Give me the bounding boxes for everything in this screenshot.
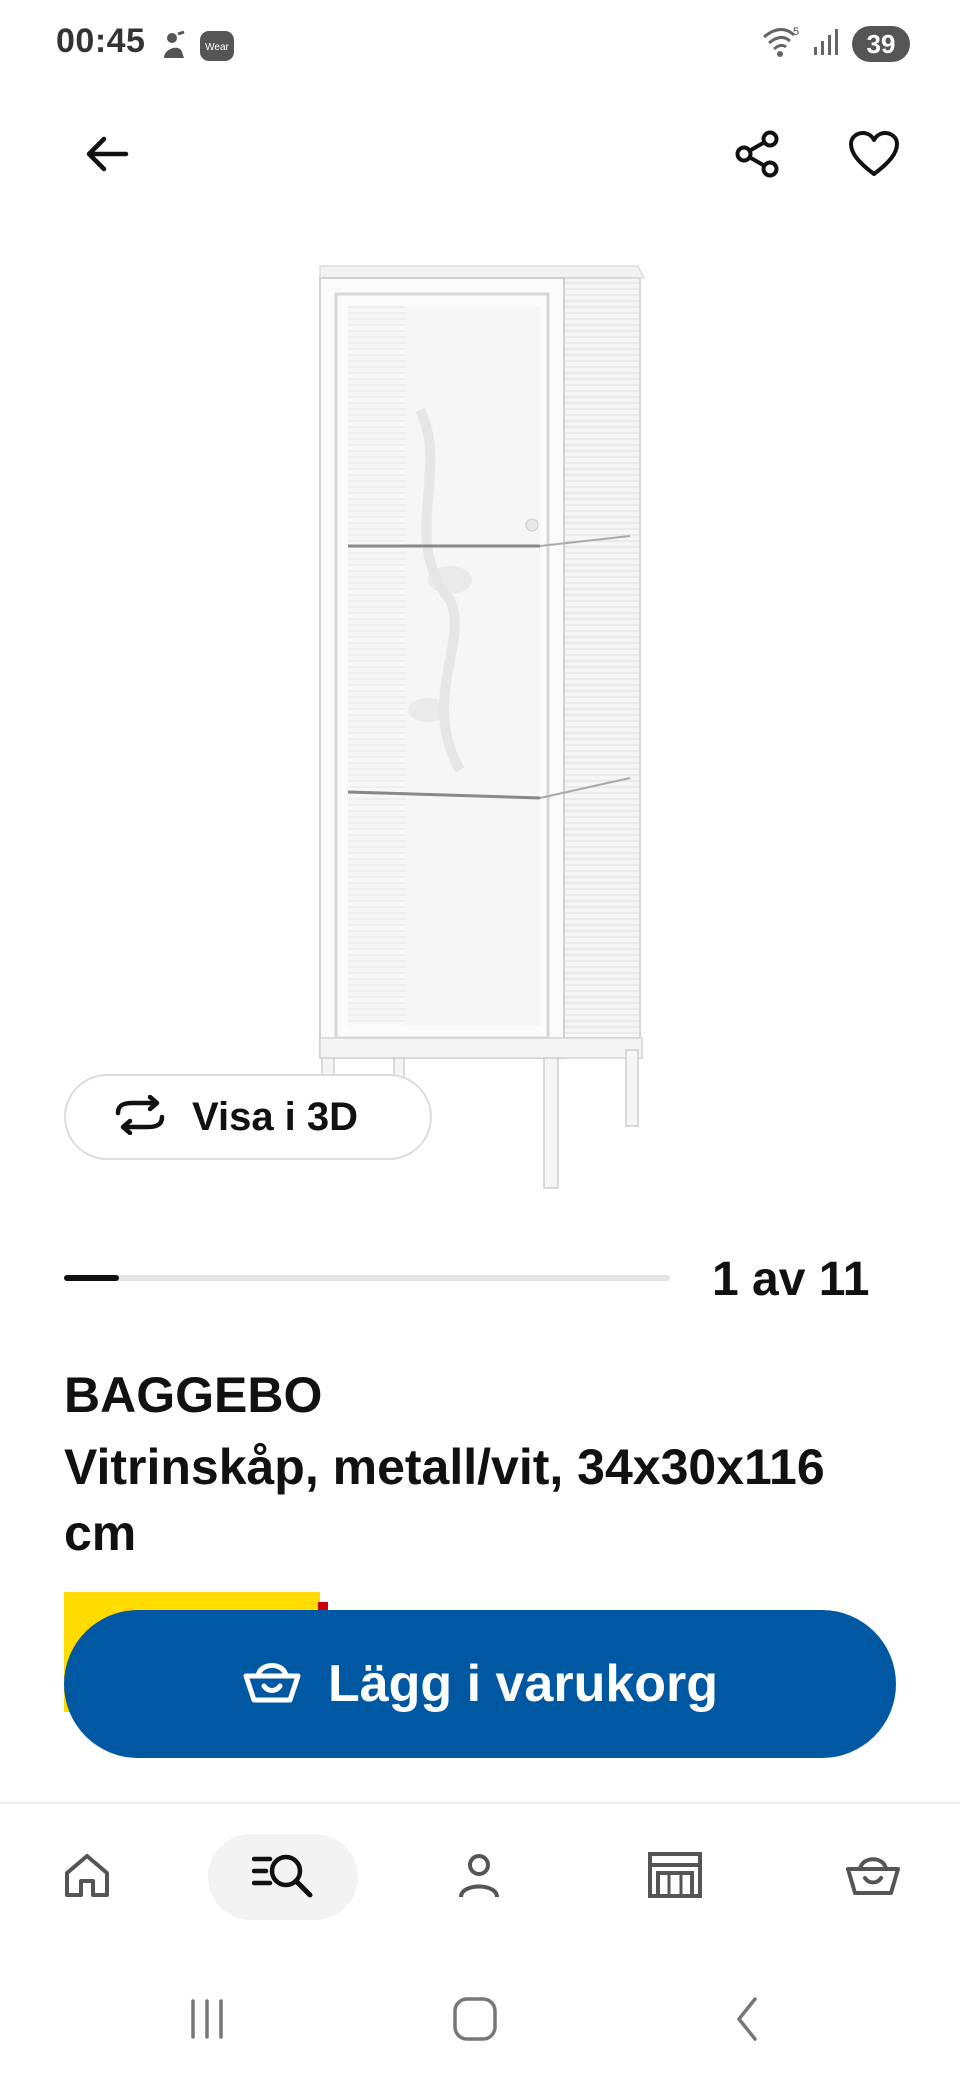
gallery-progress — [64, 1275, 670, 1281]
view-in-3d-button[interactable]: Visa i 3D — [64, 1074, 432, 1160]
wear-icon: Wear — [200, 31, 234, 66]
wear-label: Wear — [205, 42, 229, 53]
status-bar: 00:45 Wear 5 39 — [0, 0, 960, 90]
product-name: BAGGEBO — [64, 1367, 323, 1423]
heart-icon — [848, 130, 900, 183]
home-button-icon — [451, 1995, 499, 2048]
recents-button[interactable] — [162, 1986, 252, 2056]
status-time: 00:45 — [56, 22, 146, 60]
home-icon — [62, 1851, 112, 1904]
nav-search[interactable] — [208, 1834, 358, 1920]
person-icon — [455, 1851, 503, 1904]
basket-icon — [242, 1656, 302, 1713]
bottom-navigation — [0, 1802, 960, 1960]
wifi-icon: 5 — [762, 25, 800, 64]
product-description: Vitrinskåp, metall/vit, 34x30x116 cm — [64, 1439, 825, 1561]
nav-store[interactable] — [600, 1834, 750, 1920]
add-to-cart-button[interactable]: Lägg i varukorg — [64, 1610, 896, 1758]
gallery-position: 1 av 11 — [712, 1253, 870, 1306]
store-icon — [647, 1851, 703, 1904]
view-in-3d-label: Visa i 3D — [192, 1094, 359, 1139]
system-back-button[interactable] — [702, 1986, 792, 2056]
back-icon — [731, 1995, 763, 2048]
status-right-group: 5 39 — [762, 24, 910, 64]
recents-icon — [185, 1997, 229, 2046]
back-arrow-icon — [82, 130, 130, 183]
nav-cart[interactable] — [798, 1834, 948, 1920]
rotate-3d-icon — [112, 1094, 168, 1140]
favourite-button[interactable] — [834, 116, 914, 196]
gallery-progress-fill — [64, 1275, 120, 1281]
signal-icon — [812, 27, 840, 62]
add-to-cart-label: Lägg i varukorg — [327, 1655, 719, 1713]
notification-icon — [160, 30, 188, 65]
basket-icon — [845, 1851, 901, 1904]
system-navigation — [0, 1960, 960, 2080]
product-image[interactable] — [300, 250, 660, 1190]
share-icon — [732, 128, 784, 185]
battery-indicator: 39 — [852, 26, 910, 62]
search-list-icon — [251, 1851, 314, 1904]
nav-home[interactable] — [12, 1834, 162, 1920]
nav-profile[interactable] — [404, 1834, 554, 1920]
share-button[interactable] — [718, 116, 798, 196]
back-button[interactable] — [66, 116, 146, 196]
wifi-badge: 5 — [793, 26, 799, 38]
system-home-button[interactable] — [430, 1986, 520, 2056]
